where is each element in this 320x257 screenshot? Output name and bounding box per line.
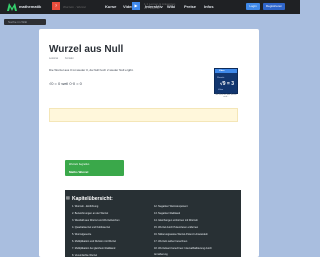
toc-item[interactable]: 14. Gleichungen umformen mit Wurzeln	[154, 219, 198, 222]
video-label: √9 = 3	[220, 81, 235, 87]
search-placeholder: Suche im Wiki	[8, 20, 28, 24]
cta-line-2: Maths Wurzel	[69, 170, 89, 174]
video-thumbnail[interactable]: Video Wurzeln √9 = 3 Video	[214, 68, 238, 94]
video-subtitle: Wurzeln	[217, 77, 225, 79]
toc-item[interactable]: 12. Negativer Wurzelexponent	[154, 205, 188, 208]
mathe-logo-icon[interactable]	[7, 3, 17, 11]
search-input[interactable]: Suche im Wiki	[4, 19, 46, 25]
toc-item[interactable]: 13. Negativer Radikand	[154, 212, 180, 215]
toc-item[interactable]: 18. Wurzelwert berechnen: Intervallhalbi…	[154, 247, 212, 250]
question-icon: ?	[52, 2, 60, 10]
math-formula: √0 = 0 weil 0·0 = 0	[49, 81, 82, 86]
toc-item[interactable]: 7. Multiplikation bei gleichem Radikand	[72, 247, 115, 250]
camera-icon: ▶	[132, 2, 140, 10]
page-title: Wurzel aus Null	[49, 44, 124, 55]
feature-banner	[49, 108, 238, 122]
toc-item[interactable]: 1. Wurzeln - Einführung	[72, 205, 98, 208]
toc-item[interactable]: Annäherung	[154, 253, 168, 256]
contact-label: Kontakt	[65, 57, 74, 60]
toc-item[interactable]: 3. Weshalb aus Wurzel und Wurzelzeichen	[72, 219, 120, 222]
toc-title: Kapitelübersicht:	[72, 196, 113, 202]
video-note: Mit Klick auf den Button wird...	[215, 94, 237, 98]
toc-item[interactable]: 17. Wurzeln selber berechnen	[154, 240, 187, 243]
register-button[interactable]: Registrieren	[263, 3, 285, 10]
video-badge: Video	[219, 70, 225, 72]
nav-item-preise[interactable]: Preise	[184, 4, 196, 9]
nav-item-kurse[interactable]: Kurse	[105, 4, 116, 9]
author-label: Lektorat	[49, 57, 59, 60]
toc-item[interactable]: 15. Wurzel durch Potenzieren entfernen	[154, 226, 198, 229]
list-icon: ▤	[66, 195, 70, 200]
nav-item-infos[interactable]: Infos	[204, 4, 214, 9]
feature-left-text: Wurzeln - Wurzel	[63, 5, 86, 9]
toc-item[interactable]: 6. Multiplikation und Division mit Wurze…	[72, 240, 116, 243]
toc-item[interactable]: 5. Wurzelgesetze	[72, 233, 91, 236]
feature-right-text: 1:1 Lernen & Antworten zu - Wurzel!	[144, 2, 176, 10]
toc-item[interactable]: 2. Bezeichnungen an der Wurzel	[72, 212, 108, 215]
toc-item[interactable]: 16. Näherungsweise Wurzel-Potenz-Umwande…	[154, 233, 208, 236]
brand-name: mathematik	[19, 4, 42, 9]
cta-line-1: Wurzeln begreifen	[69, 163, 90, 166]
video-footer: Video	[218, 89, 224, 91]
article-intro: Die Wurzel aus 0 ist wieder 0, da Null h…	[49, 68, 134, 72]
login-button[interactable]: Login	[246, 3, 260, 10]
toc-item[interactable]: 4. Quadratwurzel und Kubikwurzel	[72, 226, 110, 229]
